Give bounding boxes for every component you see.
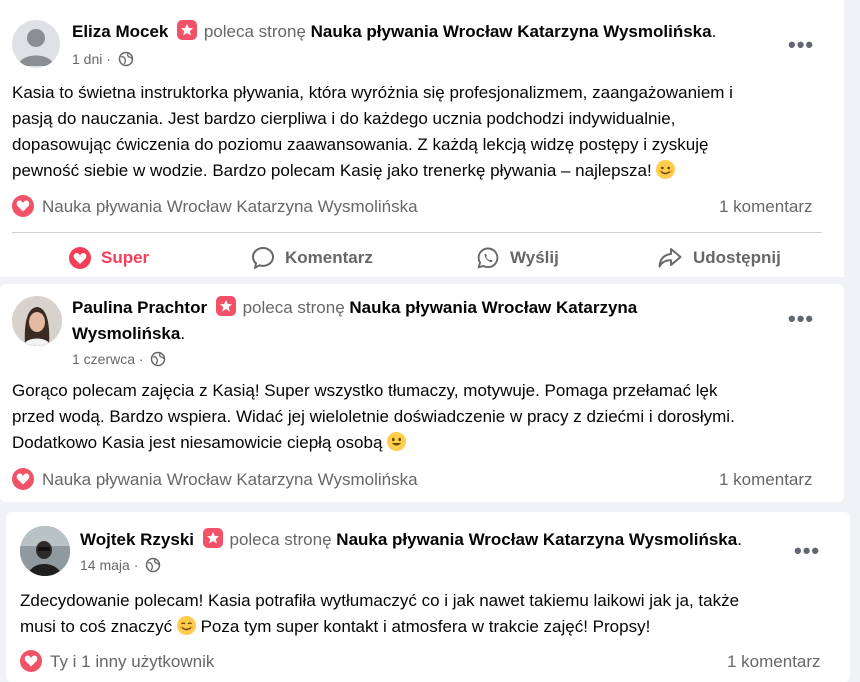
love-reaction-icon <box>20 650 42 672</box>
recommend-badge-icon <box>202 528 223 548</box>
author-name[interactable]: Eliza Mocek <box>72 22 168 41</box>
reactions-summary[interactable]: Nauka pływania Wrocław Katarzyna Wysmoli… <box>42 470 418 489</box>
post-card: Wojtek Rzyski poleca stronę Nauka pływan… <box>6 512 850 682</box>
post-text-line: Zdecydowanie polecam! Kasia potrafiła wy… <box>20 591 740 610</box>
post-text-line: musi to coś znaczyć <box>20 617 173 636</box>
comment-count[interactable]: 1 komentarz <box>719 470 813 490</box>
post-text-line: Poza tym super kontakt i atmosfera w tra… <box>200 617 651 636</box>
share-arrow-icon <box>658 248 682 268</box>
post-text: Gorąco polecam zajęcia z Kasią! Super ws… <box>12 378 832 456</box>
page-link-continued[interactable]: Wysmolińska <box>72 324 180 343</box>
smiling-emoji-icon <box>656 160 676 179</box>
send-label: Wyślij <box>510 248 559 267</box>
author-name[interactable]: Wojtek Rzyski <box>80 530 194 549</box>
comment-count[interactable]: 1 komentarz <box>719 197 813 217</box>
reactions-summary[interactable]: Ty i 1 inny użytkownik <box>50 652 214 671</box>
more-options-button[interactable]: ••• <box>794 538 820 564</box>
send-button[interactable]: Wyślij <box>476 243 559 273</box>
post-text-line: pewność siebie w wodzie. Bardzo polecam … <box>12 161 652 180</box>
post-card: Eliza Mocek poleca stronę Nauka pływania… <box>0 0 844 277</box>
globe-icon <box>118 51 134 71</box>
post-text: Kasia to świetna instruktorka pływania, … <box>12 80 832 184</box>
heart-outline-icon <box>69 247 91 269</box>
page-link[interactable]: Nauka pływania Wrocław Katarzyna Wysmoli… <box>311 22 712 41</box>
smiling-emoji-icon <box>176 616 196 635</box>
love-reaction-icon <box>12 195 34 217</box>
recommends-text: poleca stronę <box>242 298 345 317</box>
recommends-text: poleca stronę <box>229 530 332 549</box>
share-button[interactable]: Udostępnij <box>657 243 781 273</box>
post-timestamp[interactable]: 1 dni <box>72 51 102 67</box>
post-text: Zdecydowanie polecam! Kasia potrafiła wy… <box>20 588 840 640</box>
post-card: Paulina Prachtor poleca stronę Nauka pły… <box>0 284 844 502</box>
recommend-badge-icon <box>215 296 236 316</box>
more-options-button[interactable]: ••• <box>788 32 814 58</box>
like-label: Super <box>101 248 150 267</box>
recommends-text: poleca stronę <box>203 22 306 41</box>
comment-label: Komentarz <box>285 248 373 267</box>
post-text-line: Dodatkowo Kasia jest niesamowicie ciepłą… <box>12 433 383 452</box>
share-label: Udostępnij <box>693 248 781 267</box>
post-text-line: dopasowując ćwiczenia do poziomu zaawans… <box>12 135 709 154</box>
post-text-line: Kasia to świetna instruktorka pływania, … <box>12 83 733 102</box>
post-text-line: pasją do nauczania. Jest bardzo cierpliw… <box>12 109 676 128</box>
recommend-badge-icon <box>177 20 198 40</box>
whatsapp-icon <box>477 247 499 269</box>
more-options-button[interactable]: ••• <box>788 306 814 332</box>
avatar[interactable] <box>12 20 60 68</box>
post-text-line: przed wodą. Bardzo wspiera. Widać jej wi… <box>12 407 735 426</box>
post-timestamp[interactable]: 14 maja <box>80 557 130 573</box>
avatar[interactable] <box>12 296 62 346</box>
like-button[interactable]: Super <box>69 243 149 273</box>
smiling-emoji-icon <box>387 432 407 451</box>
comment-bubble-icon <box>251 246 275 270</box>
post-timestamp[interactable]: 1 czerwca <box>72 351 135 367</box>
author-name[interactable]: Paulina Prachtor <box>72 298 207 317</box>
love-reaction-icon <box>12 468 34 490</box>
reactions-summary[interactable]: Nauka pływania Wrocław Katarzyna Wysmoli… <box>42 197 418 216</box>
globe-icon <box>150 351 166 371</box>
avatar[interactable] <box>20 526 70 576</box>
globe-icon <box>145 557 161 577</box>
divider <box>12 232 822 233</box>
comment-count[interactable]: 1 komentarz <box>727 652 821 672</box>
page-link[interactable]: Nauka pływania Wrocław Katarzyna Wysmoli… <box>336 530 737 549</box>
comment-button[interactable]: Komentarz <box>251 243 373 273</box>
post-text-line: Gorąco polecam zajęcia z Kasią! Super ws… <box>12 381 718 400</box>
page-link[interactable]: Nauka pływania Wrocław Katarzyna <box>349 298 637 317</box>
